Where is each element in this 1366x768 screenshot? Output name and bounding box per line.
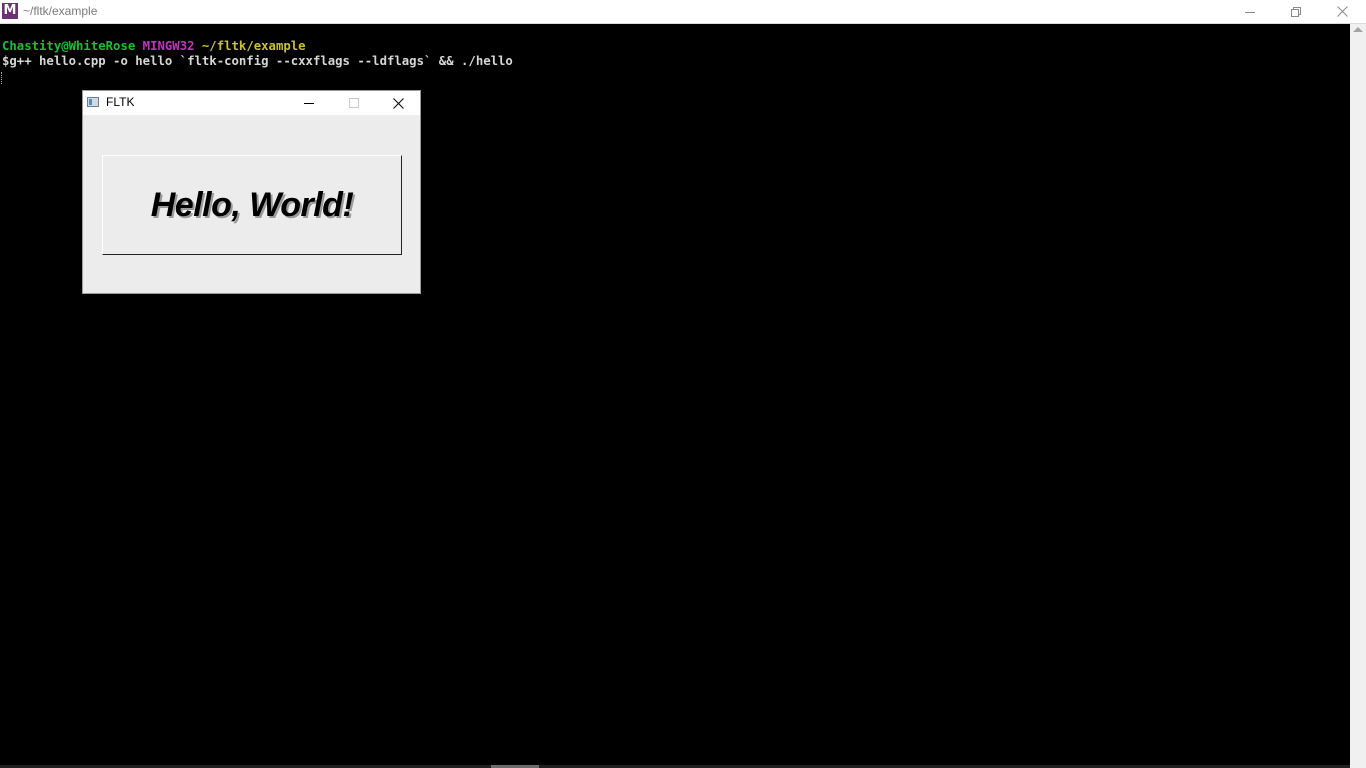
minimize-icon	[303, 103, 314, 104]
text-cursor	[1, 72, 3, 84]
fltk-maximize-button	[331, 91, 376, 115]
mintty-app-icon[interactable]: M	[2, 3, 18, 19]
prompt-path: ~/fltk/example	[201, 39, 306, 53]
prompt-system: MINGW32	[142, 39, 195, 53]
fltk-window[interactable]: FLTK Hello, World!	[82, 90, 421, 294]
prompt-user-host: Chastity@WhiteRose	[2, 39, 136, 53]
prompt-line: Chastity@WhiteRose MINGW32 ~/fltk/exampl…	[2, 39, 306, 54]
maximize-icon	[348, 98, 359, 108]
fltk-app-icon[interactable]	[87, 97, 99, 107]
close-button[interactable]	[1319, 0, 1365, 23]
fltk-titlebar[interactable]: FLTK	[83, 91, 420, 115]
fltk-minimize-button[interactable]	[286, 91, 331, 115]
hello-world-box: Hello, World!	[102, 155, 402, 255]
scroll-up-arrow-icon[interactable]	[1353, 27, 1363, 32]
restore-button[interactable]	[1273, 0, 1319, 23]
command-line: $g++ hello.cpp -o hello `fltk-config --c…	[2, 54, 513, 68]
vertical-scrollbar[interactable]	[1350, 24, 1366, 768]
minimize-icon	[1245, 11, 1255, 13]
close-icon	[393, 97, 404, 109]
restore-icon	[1291, 6, 1301, 17]
terminal-titlebar[interactable]: M ~/fltk/example	[0, 0, 1366, 24]
fltk-window-title: FLTK	[106, 95, 135, 109]
close-icon	[1336, 6, 1348, 17]
window-title: ~/fltk/example	[23, 4, 98, 18]
fltk-close-button[interactable]	[376, 91, 421, 115]
minimize-button[interactable]	[1227, 0, 1273, 23]
hello-world-label: Hello, World!	[150, 185, 354, 224]
